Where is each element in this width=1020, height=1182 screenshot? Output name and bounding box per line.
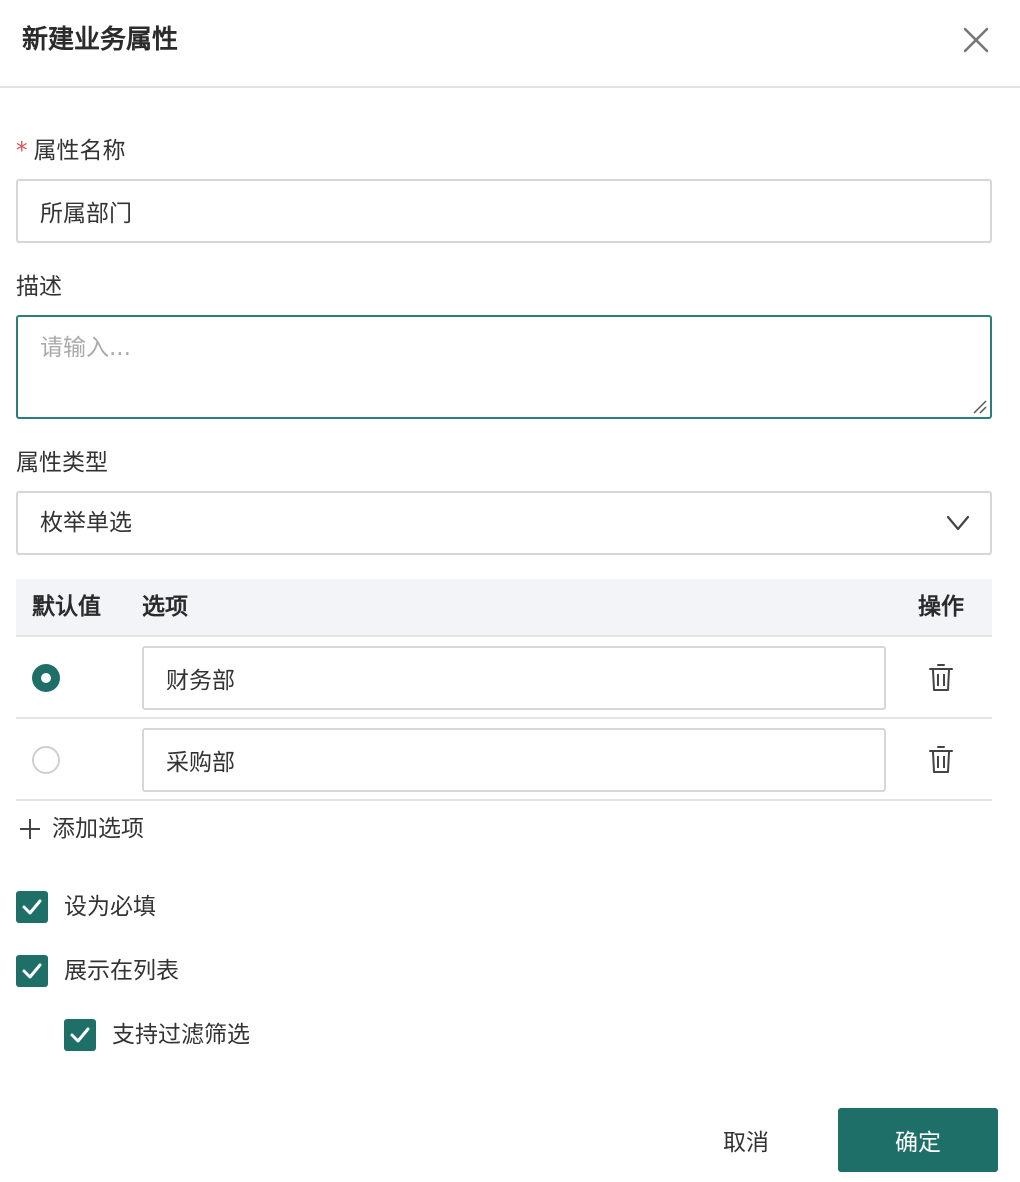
attribute-name-label: * 属性名称 [16, 136, 126, 166]
close-icon [963, 27, 989, 53]
resize-grip-icon[interactable] [970, 397, 988, 415]
attribute-type-select[interactable]: 枚举单选 [16, 491, 992, 555]
options-table-header: 默认值 选项 操作 [16, 579, 992, 637]
option-input[interactable] [142, 728, 886, 792]
attribute-name-label-text: 属性名称 [33, 138, 126, 164]
trash-icon[interactable] [928, 745, 954, 775]
attribute-name-input[interactable] [16, 179, 992, 243]
default-radio[interactable] [32, 746, 60, 774]
required-checkbox[interactable] [16, 891, 48, 923]
plus-icon [20, 819, 40, 839]
required-checkbox-label: 设为必填 [64, 894, 156, 920]
table-row [16, 637, 992, 719]
check-icon [22, 899, 42, 915]
description-textarea[interactable] [16, 315, 992, 419]
attribute-type-label: 属性类型 [16, 450, 108, 476]
check-icon [70, 1027, 90, 1043]
check-icon [22, 963, 42, 979]
column-header-action: 操作 [918, 594, 964, 620]
required-mark: * [16, 138, 28, 164]
confirm-button[interactable]: 确定 [838, 1108, 998, 1172]
add-option-label: 添加选项 [52, 816, 144, 842]
cancel-button[interactable]: 取消 [700, 1108, 792, 1172]
dialog-header: 新建业务属性 [0, 0, 1020, 88]
table-row [16, 719, 992, 801]
new-business-attribute-dialog: 新建业务属性 *属性名称 描述 属性类型 枚举单选 默认值 选项 操作 [0, 0, 1020, 1182]
option-input[interactable] [142, 646, 886, 710]
filter-checkbox[interactable] [64, 1019, 96, 1051]
column-header-option: 选项 [142, 594, 188, 620]
default-radio[interactable] [32, 664, 60, 692]
chevron-down-icon [946, 515, 970, 531]
show-in-list-checkbox[interactable] [16, 955, 48, 987]
attribute-type-value: 枚举单选 [40, 510, 132, 536]
close-button[interactable] [958, 22, 994, 58]
description-label: 描述 [16, 274, 62, 300]
filter-checkbox-label: 支持过滤筛选 [112, 1022, 250, 1048]
show-in-list-checkbox-label: 展示在列表 [64, 958, 179, 984]
column-header-default: 默认值 [32, 594, 101, 620]
trash-icon[interactable] [928, 663, 954, 693]
dialog-title: 新建业务属性 [22, 25, 179, 55]
